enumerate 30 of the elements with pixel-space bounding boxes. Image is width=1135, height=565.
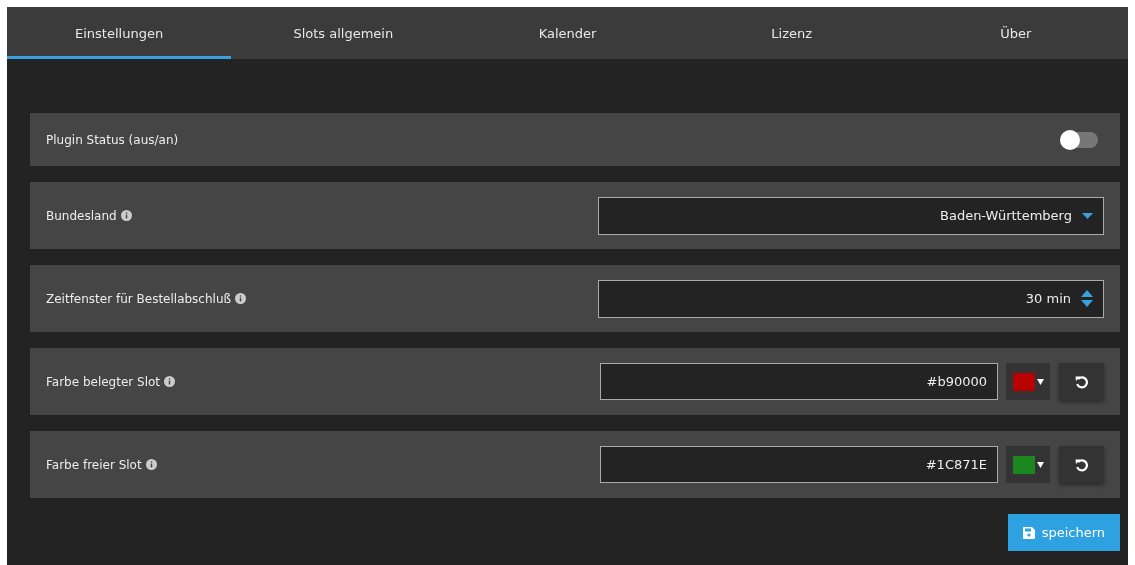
setting-label: Farbe belegter Slot	[46, 374, 161, 389]
color-picker[interactable]	[1006, 446, 1050, 483]
caret-icon	[1036, 378, 1044, 385]
setting-label: Farbe freier Slot	[46, 457, 142, 472]
color-field[interactable]: #1C871E	[600, 446, 998, 483]
reset-button[interactable]	[1059, 446, 1104, 483]
tab[interactable]: Lizenz	[679, 7, 904, 59]
info-icon[interactable]	[235, 293, 247, 304]
reset-button[interactable]	[1059, 363, 1104, 400]
tab[interactable]: Slots allgemein	[231, 7, 456, 59]
floppy-icon	[1022, 526, 1035, 539]
undo-icon	[1074, 374, 1089, 389]
spinner-icon[interactable]	[1081, 290, 1093, 307]
toggle-switch[interactable]	[1062, 131, 1098, 148]
setting-label: Bundesland	[46, 208, 117, 223]
tab[interactable]: Über	[903, 7, 1128, 59]
info-icon[interactable]	[120, 210, 132, 221]
number-field[interactable]: 30 min	[598, 279, 1104, 318]
tab[interactable]: Kalender	[455, 7, 680, 59]
tab[interactable]: Einstellungen	[7, 7, 232, 59]
color-field[interactable]: #b90000	[600, 363, 998, 400]
setting-label: Zeitfenster für Bestellabschluß	[46, 291, 232, 306]
caret-icon	[1082, 212, 1093, 219]
undo-icon	[1074, 457, 1089, 472]
color-picker[interactable]	[1006, 363, 1050, 400]
info-icon[interactable]	[145, 459, 157, 470]
info-icon[interactable]	[164, 376, 176, 387]
state-dropdown[interactable]: Baden-Württemberg	[598, 196, 1104, 235]
caret-icon	[1036, 461, 1044, 468]
setting-label: Plugin Status (aus/an)	[46, 132, 179, 147]
